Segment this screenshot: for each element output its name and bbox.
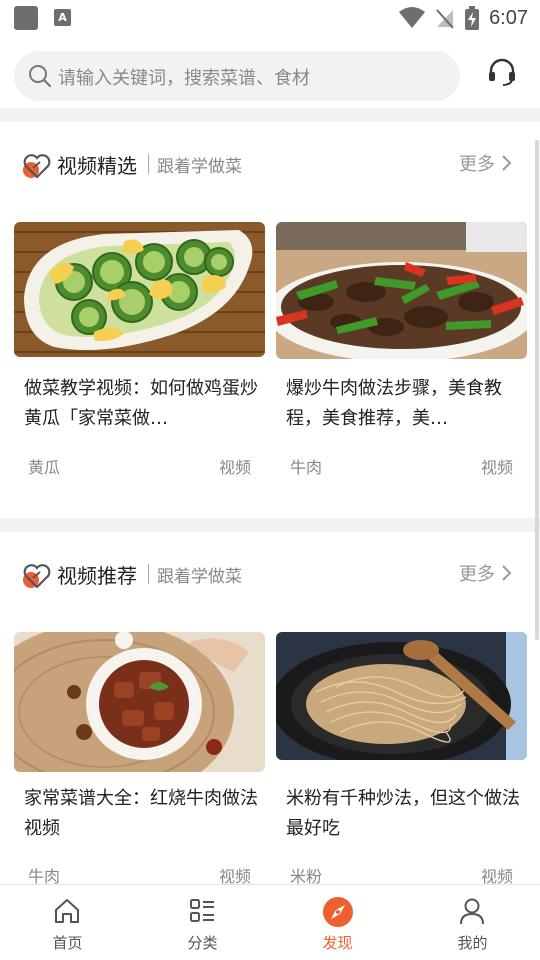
video-card[interactable]: 米粉有千种炒法，但这个做法最好吃 米粉 视频 bbox=[276, 632, 527, 886]
section-title: 视频推荐 bbox=[57, 564, 137, 588]
search-icon bbox=[29, 65, 52, 88]
keyboard-notification-icon: A bbox=[54, 9, 71, 26]
ingredient-tag: 牛肉 bbox=[290, 458, 323, 477]
more-link[interactable]: 更多 bbox=[459, 150, 513, 176]
home-icon bbox=[55, 899, 79, 923]
video-title: 家常菜谱大全：红烧牛肉做法视频 bbox=[24, 788, 258, 839]
video-thumbnail bbox=[276, 632, 527, 760]
section-video-featured: 视频精选 跟着学做菜 更多 做菜教学视频：如何做鸡蛋炒黄瓜「家常菜做… 黄瓜 视… bbox=[0, 122, 540, 518]
video-card[interactable]: 做菜教学视频：如何做鸡蛋炒黄瓜「家常菜做… 黄瓜 视频 bbox=[14, 222, 265, 482]
tab-label: 我的 bbox=[457, 934, 488, 952]
more-link[interactable]: 更多 bbox=[459, 560, 513, 586]
chevron-right-icon bbox=[502, 155, 512, 171]
search-placeholder: 请输入关键词，搜索菜谱、食材 bbox=[58, 68, 310, 89]
no-signal-icon bbox=[436, 9, 454, 29]
content-type-label: 视频 bbox=[480, 458, 513, 477]
bottom-tab-bar: 首页 分类 发现 我的 bbox=[0, 884, 540, 960]
video-card[interactable]: 爆炒牛肉做法步骤，美食教程，美食推荐，美… 牛肉 视频 bbox=[276, 222, 527, 482]
headset-icon[interactable] bbox=[487, 58, 517, 86]
tab-discover[interactable]: 发现 bbox=[270, 885, 405, 960]
video-title: 米粉有千种炒法，但这个做法最好吃 bbox=[286, 788, 520, 839]
tab-profile[interactable]: 我的 bbox=[405, 885, 540, 960]
content-type-label: 视频 bbox=[218, 458, 251, 477]
search-bar: 请输入关键词，搜索菜谱、食材 bbox=[0, 36, 540, 108]
status-bar: A 6:07 bbox=[0, 0, 540, 36]
more-label: 更多 bbox=[459, 154, 495, 175]
title-divider bbox=[148, 564, 149, 584]
title-divider bbox=[148, 154, 149, 174]
section-subtitle: 跟着学做菜 bbox=[157, 567, 242, 587]
tab-label: 首页 bbox=[52, 934, 83, 952]
ingredient-tag: 黄瓜 bbox=[28, 458, 61, 477]
section-title: 视频精选 bbox=[57, 154, 137, 178]
tab-category[interactable]: 分类 bbox=[135, 885, 270, 960]
video-thumbnail bbox=[14, 222, 265, 357]
heart-video-icon bbox=[23, 154, 51, 179]
compass-icon bbox=[323, 897, 353, 927]
wifi-icon bbox=[399, 7, 426, 28]
video-thumbnail bbox=[276, 222, 527, 359]
more-label: 更多 bbox=[459, 564, 495, 585]
tab-label: 发现 bbox=[322, 934, 353, 952]
section-header: 视频推荐 跟着学做菜 更多 bbox=[0, 532, 540, 616]
tab-label: 分类 bbox=[187, 934, 218, 952]
section-header: 视频精选 跟着学做菜 更多 bbox=[0, 122, 540, 206]
video-title: 爆炒牛肉做法步骤，美食教程，美食推荐，美… bbox=[286, 378, 502, 429]
chevron-right-icon bbox=[502, 565, 512, 581]
section-video-recommended: 视频推荐 跟着学做菜 更多 家常菜谱大全：红烧牛肉做法视频 牛肉 视频 米粉有千… bbox=[0, 532, 540, 886]
app-notification-icon bbox=[14, 6, 38, 30]
video-title: 做菜教学视频：如何做鸡蛋炒黄瓜「家常菜做… bbox=[24, 378, 258, 429]
section-subtitle: 跟着学做菜 bbox=[157, 157, 242, 177]
heart-video-icon bbox=[23, 564, 51, 589]
video-thumbnail bbox=[14, 632, 265, 772]
clock: 6:07 bbox=[489, 6, 528, 29]
search-input[interactable]: 请输入关键词，搜索菜谱、食材 bbox=[14, 51, 460, 101]
video-card[interactable]: 家常菜谱大全：红烧牛肉做法视频 牛肉 视频 bbox=[14, 632, 265, 886]
tab-home[interactable]: 首页 bbox=[0, 885, 135, 960]
scrollbar[interactable] bbox=[535, 140, 539, 640]
battery-charging-icon bbox=[465, 6, 480, 30]
category-list-icon bbox=[190, 899, 214, 922]
user-icon bbox=[460, 898, 484, 925]
